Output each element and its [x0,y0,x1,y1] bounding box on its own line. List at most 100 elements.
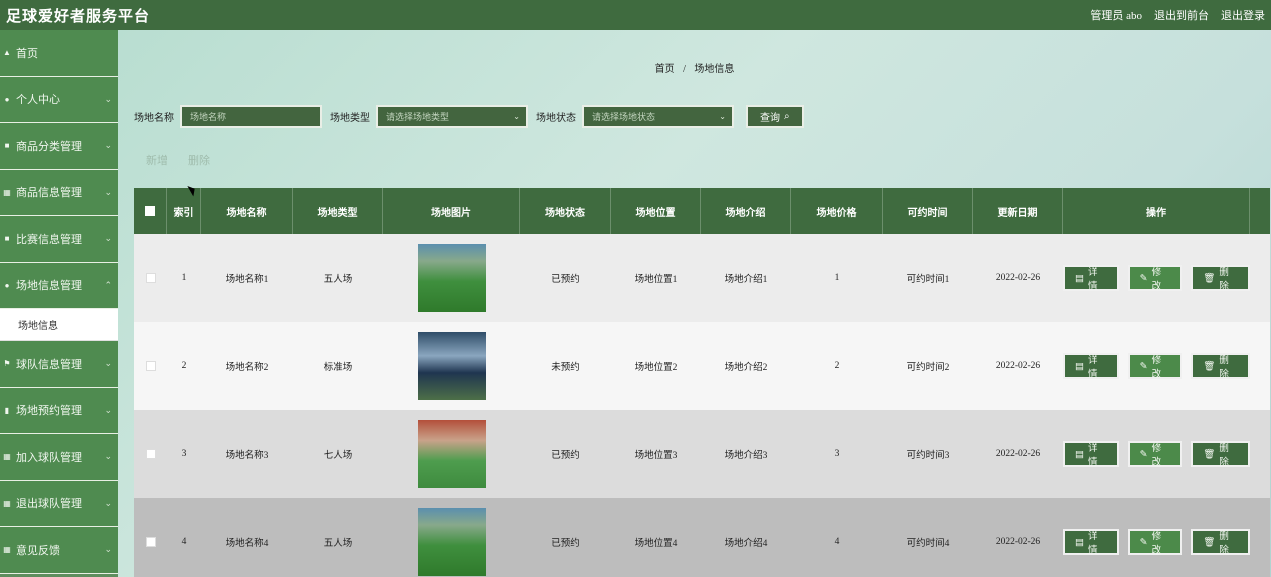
sidebar-item-field-info[interactable]: ● 场地信息管理 ⌃ [0,262,118,309]
chevron-down-icon: ⌄ [513,112,520,121]
chevron-down-icon: ⌄ [104,233,112,244]
field-type-label: 场地类型 [330,113,370,124]
delete-row-button[interactable]: 🗑 删除 [1191,265,1251,292]
cell-index: 2 [181,361,187,371]
edit-button[interactable]: ✎ 修改 [1127,441,1183,468]
cell-index: 3 [181,449,187,459]
edit-button[interactable]: ✎ 修改 [1127,529,1183,556]
delete-row-button[interactable]: 🗑 删除 [1191,441,1251,468]
chevron-down-icon: ⌄ [104,140,112,151]
header-ops: 操作 [1063,188,1250,234]
chevron-down-icon: ⌄ [104,451,112,462]
field-type-select[interactable]: 请选择场地类型 ⌄ [376,105,528,128]
home-icon: ▲ [3,48,11,58]
table-row: 3 场地名称3 七人场 已预约 场地位置3 场地介绍3 3 可约时间3 2022… [134,410,1270,498]
sidebar-item-goods-info[interactable]: ▦ 商品信息管理 ⌄ [0,169,118,216]
row-checkbox[interactable] [145,537,156,547]
header-time: 可约时间 [883,188,973,234]
query-button[interactable]: 查询 ⌕ [746,105,804,128]
sidebar-item-label: 个人中心 [16,94,60,107]
top-bar: 足球爱好者服务平台 管理员 abo 退出到前台 退出登录 [0,0,1271,30]
sidebar-item-label: 场地预约管理 [16,405,82,418]
sidebar-item-personal[interactable]: ● 个人中心 ⌄ [0,76,118,123]
sidebar-item-home[interactable]: ▲ 首页 [0,30,118,77]
trash-icon: 🗑 [1203,537,1216,548]
sidebar-subitem-field-info[interactable]: 场地信息 [0,309,118,341]
breadcrumb-home[interactable]: 首页 [655,64,675,75]
sidebar-item-team-info[interactable]: ⚑ 球队信息管理 ⌄ [0,341,118,388]
header-date: 更新日期 [973,188,1063,234]
detail-button[interactable]: ▤ 详情 [1063,529,1119,556]
cell-date: 2022-02-26 [995,449,1041,459]
sidebar-item-match-info[interactable]: ■ 比赛信息管理 ⌄ [0,216,118,263]
field-table: 索引 场地名称 场地类型 场地图片 场地状态 场地位置 场地介绍 场地价格 可约… [134,188,1270,577]
row-checkbox[interactable] [145,361,156,371]
detail-button[interactable]: ▤ 详情 [1063,353,1119,380]
cell-date: 2022-02-26 [995,537,1041,547]
field-image [417,332,486,400]
breadcrumb: 首页 / 场地信息 [118,60,1271,75]
sidebar-item-label: 球队信息管理 [16,358,82,371]
edit-button-label: 修改 [1151,532,1162,556]
sidebar-item-feedback[interactable]: ▦ 意见反馈 ⌄ [0,527,118,574]
cell-location: 场地位置3 [634,451,678,461]
field-name-input[interactable]: 场地名称 [180,105,322,128]
edit-button[interactable]: ✎ 修改 [1127,353,1183,380]
flag-icon: ⚑ [3,359,11,369]
grid-icon: ▦ [3,498,11,508]
field-image [417,420,486,488]
grid-icon: ▦ [3,187,11,197]
cell-intro: 场地介绍4 [724,539,768,549]
sidebar: ▲ 首页 ● 个人中心 ⌄ ■ 商品分类管理 ⌄ ▦ 商品信息管理 ⌄ ■ 比赛… [0,30,118,577]
sidebar-item-label: 场地信息管理 [16,280,82,293]
sidebar-item-field-booking[interactable]: ▮ 场地预约管理 ⌄ [0,387,118,434]
sidebar-item-label: 意见反馈 [16,544,60,557]
admin-label: 管理员 abo [1090,10,1142,22]
delete-button[interactable]: 删除 [188,152,210,168]
detail-button-label: 详情 [1087,444,1098,468]
logout-link[interactable]: 退出登录 [1221,7,1265,23]
sidebar-item-leave-team[interactable]: ▦ 退出球队管理 ⌄ [0,480,118,527]
query-button-label: 查询 [760,113,780,124]
cell-index: 1 [181,273,187,283]
detail-button[interactable]: ▤ 详情 [1063,265,1119,292]
header-location: 场地位置 [611,188,701,234]
edit-button[interactable]: ✎ 修改 [1127,265,1183,292]
exit-to-front-link[interactable]: 退出到前台 [1154,7,1209,23]
table-row: 2 场地名称2 标准场 未预约 场地位置2 场地介绍2 2 可约时间2 2022… [134,322,1270,410]
cell-name: 场地名称4 [225,539,269,549]
delete-row-button[interactable]: 🗑 删除 [1191,529,1251,556]
sidebar-item-goods-category[interactable]: ■ 商品分类管理 ⌄ [0,123,118,170]
field-name-label: 场地名称 [134,113,174,124]
cell-time: 可约时间2 [906,363,950,373]
cell-type: 标准场 [323,363,353,373]
cell-status: 未预约 [551,363,580,373]
row-checkbox[interactable] [145,449,156,459]
header-image: 场地图片 [383,188,520,234]
edit-icon: ✎ [1139,273,1148,284]
folder-icon: ■ [4,234,10,244]
sidebar-item-label: 首页 [16,47,38,60]
chevron-down-icon: ⌄ [104,404,112,415]
cell-intro: 场地介绍3 [724,451,768,461]
detail-button-label: 详情 [1087,356,1098,380]
sidebar-item-join-team[interactable]: ▦ 加入球队管理 ⌄ [0,434,118,481]
checkbox[interactable] [145,206,155,216]
header-status: 场地状态 [520,188,611,234]
delete-row-button[interactable]: 🗑 删除 [1191,353,1251,380]
row-checkbox[interactable] [145,273,156,283]
edit-button-label: 修改 [1151,444,1162,468]
cell-intro: 场地介绍1 [724,275,768,285]
detail-icon: ▤ [1075,273,1084,284]
field-status-select[interactable]: 请选择场地状态 ⌄ [582,105,734,128]
add-button[interactable]: 新增 [146,152,168,168]
action-row: 新增 删除 [146,152,210,168]
grid-icon: ▦ [3,545,11,555]
edit-button-label: 修改 [1151,356,1162,380]
cell-status: 已预约 [551,451,580,461]
header-select-all[interactable] [134,188,167,234]
field-image [417,508,486,576]
chevron-down-icon: ⌄ [104,544,112,555]
detail-button[interactable]: ▤ 详情 [1063,441,1119,468]
chart-icon: ▮ [4,405,10,415]
